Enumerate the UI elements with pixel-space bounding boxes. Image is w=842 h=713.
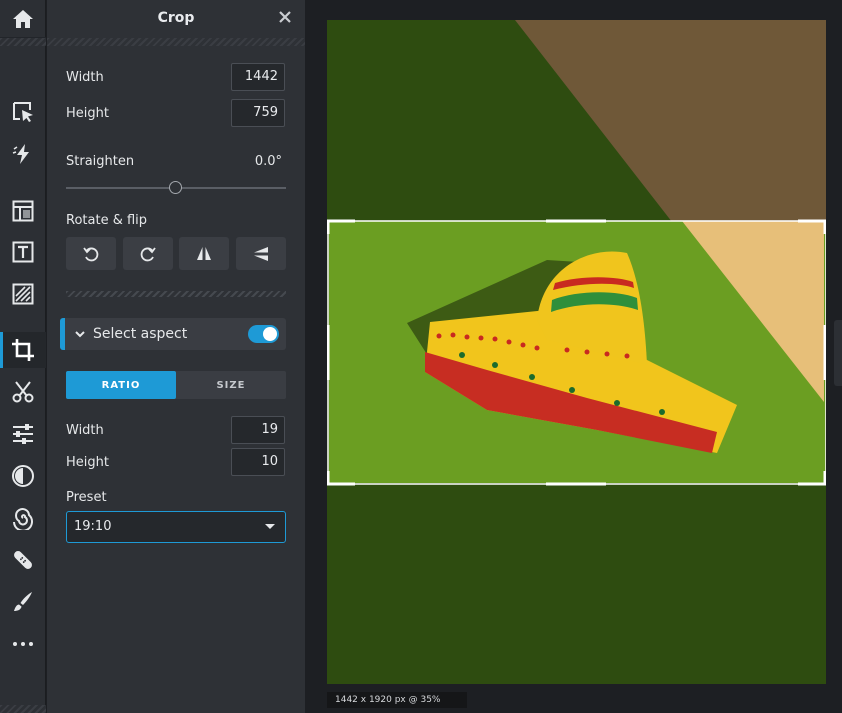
- tool-rail: [0, 0, 46, 713]
- select-aspect-toggle[interactable]: [248, 325, 279, 343]
- preset-select[interactable]: 19:10: [66, 511, 286, 543]
- flip-vertical-icon: [254, 246, 268, 261]
- tool-contrast[interactable]: [0, 458, 46, 494]
- rotate-right-button[interactable]: [123, 237, 173, 270]
- tool-quick-action[interactable]: [0, 136, 46, 172]
- panel-title: Crop: [157, 10, 195, 26]
- panel-header-divider: [47, 38, 305, 46]
- text-icon: [12, 241, 34, 263]
- layout-icon: [12, 200, 34, 222]
- close-icon: [279, 11, 291, 23]
- photo-editor-app: Crop Width 1442 Height 759 Straighten 0.…: [0, 0, 842, 713]
- flip-vertical-button[interactable]: [236, 237, 286, 270]
- more-icon: [13, 642, 33, 646]
- ratio-width-label: Width: [66, 423, 104, 438]
- rail-divider: [0, 38, 46, 46]
- contrast-icon: [12, 465, 34, 487]
- rail-bottom-divider: [0, 705, 46, 713]
- tool-cutout[interactable]: [0, 374, 46, 410]
- tool-layout[interactable]: [0, 193, 46, 229]
- height-input[interactable]: 759: [231, 99, 285, 127]
- flip-horizontal-icon: [197, 246, 211, 260]
- heal-icon: [14, 551, 32, 569]
- section-divider: [66, 291, 286, 297]
- ratio-height-label: Height: [66, 455, 109, 470]
- caret-down-icon: [265, 524, 275, 529]
- select-aspect-label: Select aspect: [93, 326, 188, 342]
- straighten-slider-handle[interactable]: [169, 181, 182, 194]
- tool-adjust[interactable]: [0, 416, 46, 452]
- tool-heal[interactable]: [0, 542, 46, 578]
- home-button[interactable]: [0, 0, 46, 38]
- tool-more[interactable]: [0, 626, 46, 662]
- rotate-left-icon: [83, 246, 99, 261]
- brush-icon: [14, 592, 32, 611]
- rotate-flip-label: Rotate & flip: [66, 213, 148, 228]
- close-button[interactable]: [277, 9, 293, 25]
- cutout-icon: [12, 381, 34, 403]
- tab-ratio[interactable]: RATIO: [66, 371, 176, 399]
- select-aspect-header[interactable]: Select aspect: [60, 318, 286, 350]
- width-label: Width: [66, 70, 104, 85]
- tool-text[interactable]: [0, 234, 46, 270]
- tool-crop[interactable]: [0, 332, 46, 368]
- right-panel-handle[interactable]: [834, 320, 842, 386]
- tool-texture[interactable]: [0, 276, 46, 312]
- height-label: Height: [66, 106, 109, 121]
- tool-spiral[interactable]: [0, 500, 46, 536]
- preset-value: 19:10: [74, 519, 112, 534]
- canvas-image[interactable]: [327, 20, 826, 684]
- canvas-area: 1442 x 1920 px @ 35%: [306, 0, 842, 713]
- sombrero-photo: [327, 20, 826, 684]
- crop-panel: Crop Width 1442 Height 759 Straighten 0.…: [47, 0, 305, 713]
- tab-size[interactable]: SIZE: [176, 371, 286, 399]
- straighten-value: 0.0°: [254, 154, 282, 169]
- panel-header: Crop: [47, 0, 305, 36]
- select-icon: [13, 102, 33, 122]
- chevron-down-icon: [75, 331, 85, 338]
- ratio-height-input[interactable]: 10: [231, 448, 285, 476]
- width-input[interactable]: 1442: [231, 63, 285, 91]
- ratio-size-tabs: RATIO SIZE: [66, 371, 286, 399]
- tool-select[interactable]: [0, 94, 46, 130]
- canvas-status: 1442 x 1920 px @ 35%: [327, 692, 467, 708]
- crop-icon: [12, 339, 34, 361]
- home-icon: [13, 9, 33, 28]
- ratio-width-input[interactable]: 19: [231, 416, 285, 444]
- rotate-right-icon: [140, 246, 156, 261]
- tool-brush[interactable]: [0, 584, 46, 620]
- straighten-label: Straighten: [66, 154, 135, 169]
- flip-horizontal-button[interactable]: [179, 237, 229, 270]
- adjust-icon: [13, 424, 33, 444]
- texture-icon: [12, 283, 34, 305]
- spiral-icon: [13, 508, 33, 530]
- preset-label: Preset: [66, 490, 107, 505]
- rotate-left-button[interactable]: [66, 237, 116, 270]
- quick-action-icon: [12, 144, 29, 164]
